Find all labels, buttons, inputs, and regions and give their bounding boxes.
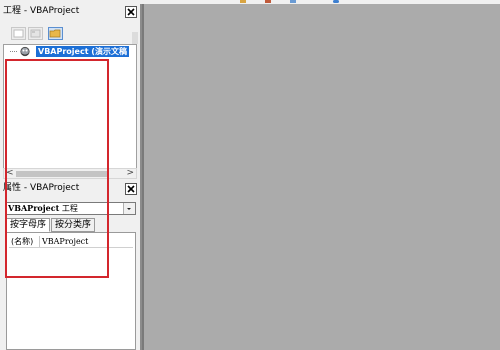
chevron-right-icon[interactable]: >: [126, 168, 134, 178]
project-explorer-title: 工程 - VBAProject: [0, 4, 140, 19]
project-explorer-close-button[interactable]: [125, 6, 137, 18]
dock-splitter[interactable]: [142, 4, 144, 350]
help-icon[interactable]: [333, 0, 339, 3]
vba-project-icon: [10, 46, 34, 57]
annotation-highlight: [5, 59, 109, 278]
view-object-button[interactable]: [28, 27, 43, 40]
view-code-icon: [12, 29, 25, 42]
chevron-down-icon[interactable]: [123, 203, 135, 214]
project-explorer-toolbar: [0, 24, 140, 44]
view-object-icon: [29, 29, 42, 42]
project-explorer-title-text: 工程 - VBAProject: [3, 6, 80, 16]
toolbar-icon[interactable]: [290, 0, 296, 3]
properties-close-button[interactable]: [125, 183, 137, 195]
toggle-folders-button[interactable]: [48, 27, 63, 40]
toolbar-icon[interactable]: [265, 0, 271, 3]
toolbar-icon[interactable]: [240, 0, 246, 3]
tree-item-label[interactable]: VBAProject (演示文稿: [36, 46, 129, 57]
toggle-folders-icon: [49, 29, 62, 42]
toolbar-scroll-indicator: [132, 32, 138, 44]
view-code-button[interactable]: [11, 27, 26, 40]
